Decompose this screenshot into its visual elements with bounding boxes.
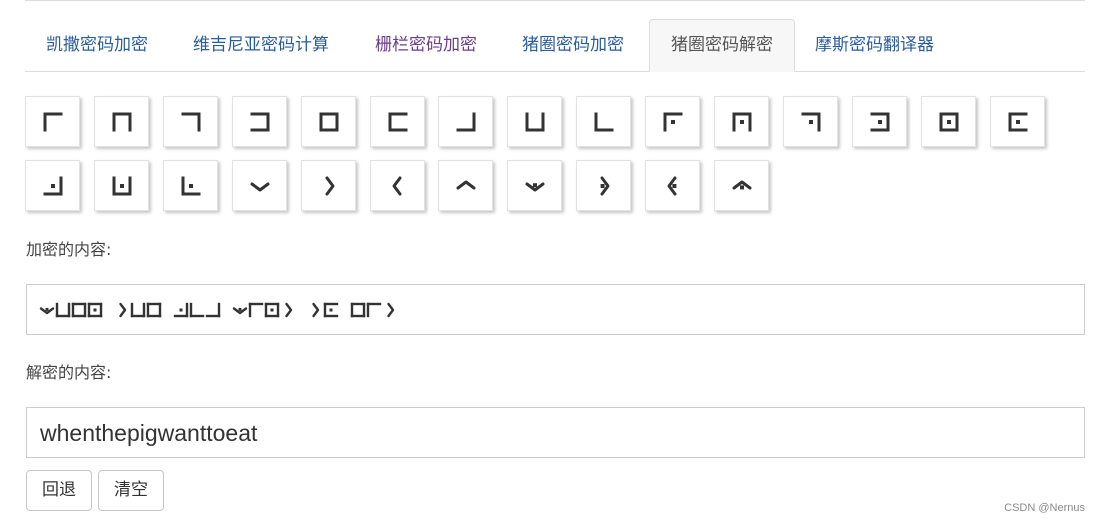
- pigpen-i-icon: [594, 112, 614, 132]
- pigpen-key-o[interactable]: [989, 96, 1045, 147]
- encrypted-glyph-o: [323, 302, 339, 318]
- encrypted-glyphs: [39, 302, 395, 318]
- pigpen-x-icon: [600, 176, 610, 196]
- pigpen-a-icon: [43, 112, 63, 132]
- encrypted-glyph-a: [366, 302, 382, 318]
- encrypted-glyph-w: [39, 307, 55, 315]
- pigpen-key-s[interactable]: [231, 160, 287, 211]
- pigpen-key-b[interactable]: [93, 96, 149, 147]
- pigpen-m-icon: [870, 112, 890, 132]
- encrypted-glyph-g: [205, 302, 221, 318]
- encrypted-glyph-n: [87, 302, 103, 318]
- pigpen-key-z[interactable]: [714, 160, 769, 211]
- pigpen-key-x[interactable]: [576, 160, 632, 211]
- pigpen-key-t[interactable]: [300, 160, 356, 211]
- pigpen-u-icon: [392, 176, 401, 196]
- pigpen-key-k[interactable]: [714, 96, 769, 147]
- pigpen-f-icon: [388, 112, 407, 132]
- encrypted-glyph-w: [232, 307, 248, 315]
- encrypted-label: 加密的内容:: [26, 240, 112, 259]
- top-divider: [25, 0, 1085, 1]
- clear-button[interactable]: 清空: [98, 470, 164, 511]
- pigpen-c-icon: [181, 112, 201, 132]
- pigpen-key-q[interactable]: [93, 160, 149, 211]
- pigpen-y-icon: [667, 176, 677, 196]
- pigpen-e-icon: [319, 112, 339, 132]
- encrypted-glyph-n: [264, 302, 280, 318]
- encrypted-glyph-e: [350, 302, 366, 318]
- pigpen-g-icon: [456, 112, 476, 132]
- tab-morse-translator[interactable]: 摩斯密码翻译器: [794, 19, 955, 70]
- pigpen-key-r[interactable]: [162, 160, 218, 211]
- pigpen-b-icon: [112, 112, 132, 132]
- tab-railfence-encrypt[interactable]: 栅栏密码加密: [354, 19, 498, 70]
- pigpen-key-i[interactable]: [576, 96, 632, 147]
- encrypted-glyph-t: [119, 302, 127, 318]
- tab-pigpen-decrypt[interactable]: 猪圈密码解密: [649, 19, 795, 72]
- pigpen-key-j[interactable]: [645, 96, 701, 147]
- pigpen-key-h[interactable]: [507, 96, 563, 147]
- pigpen-v-icon: [456, 180, 476, 190]
- pigpen-s-icon: [250, 182, 270, 192]
- pigpen-key-u[interactable]: [369, 160, 425, 211]
- pigpen-key-a[interactable]: [25, 96, 80, 147]
- pigpen-w-icon: [525, 182, 545, 192]
- encrypted-glyph-h: [55, 302, 71, 318]
- encrypted-glyph-h: [130, 302, 146, 318]
- pigpen-r-icon: [181, 176, 201, 196]
- pigpen-key-w[interactable]: [507, 160, 563, 211]
- pigpen-key-l[interactable]: [782, 96, 838, 147]
- back-button[interactable]: 回退: [26, 470, 92, 511]
- pigpen-j-icon: [663, 112, 683, 132]
- encrypted-glyph-e: [71, 302, 87, 318]
- pigpen-l-icon: [801, 112, 821, 132]
- tab-pigpen-encrypt[interactable]: 猪圈密码加密: [501, 19, 645, 70]
- pigpen-key-y[interactable]: [645, 160, 701, 211]
- decrypted-output[interactable]: [26, 407, 1085, 458]
- encrypted-input[interactable]: [26, 284, 1085, 335]
- encrypted-glyph-i: [189, 302, 205, 318]
- watermark: CSDN @Nernus: [1004, 502, 1085, 514]
- pigpen-key-v[interactable]: [438, 160, 494, 211]
- pigpen-key-d[interactable]: [231, 96, 287, 147]
- encrypted-glyph-t: [285, 302, 293, 318]
- encrypted-glyph-p: [173, 302, 189, 318]
- pigpen-key-p[interactable]: [25, 160, 80, 211]
- pigpen-p-icon: [43, 176, 63, 196]
- tab-caesar-encrypt[interactable]: 凯撒密码加密: [25, 19, 169, 70]
- pigpen-q-icon: [112, 176, 132, 196]
- encrypted-glyph-t: [387, 302, 395, 318]
- pigpen-k-icon: [732, 112, 752, 132]
- encrypted-glyph-t: [312, 302, 320, 318]
- pigpen-t-icon: [325, 176, 335, 196]
- encrypted-glyph-a: [248, 302, 264, 318]
- decrypted-label: 解密的内容:: [26, 363, 112, 382]
- pigpen-n-icon: [939, 112, 959, 132]
- pigpen-key-c[interactable]: [162, 96, 218, 147]
- encrypted-glyph-e: [146, 302, 162, 318]
- pigpen-key-g[interactable]: [438, 96, 494, 147]
- pigpen-d-icon: [250, 112, 270, 132]
- pigpen-z-icon: [732, 180, 752, 190]
- cipher-tabs: 凯撒密码加密 维吉尼亚密码计算 栅栏密码加密 猪圈密码加密 猪圈密码解密 摩斯密…: [25, 19, 1085, 72]
- pigpen-key-e[interactable]: [300, 96, 356, 147]
- decrypted-text-input[interactable]: [40, 417, 1040, 449]
- pigpen-o-icon: [1008, 112, 1028, 132]
- pigpen-key-f[interactable]: [369, 96, 425, 147]
- pigpen-key-m[interactable]: [851, 96, 907, 147]
- pigpen-h-icon: [525, 112, 545, 132]
- pigpen-key-n[interactable]: [920, 96, 976, 147]
- tab-vigenere[interactable]: 维吉尼亚密码计算: [172, 19, 350, 70]
